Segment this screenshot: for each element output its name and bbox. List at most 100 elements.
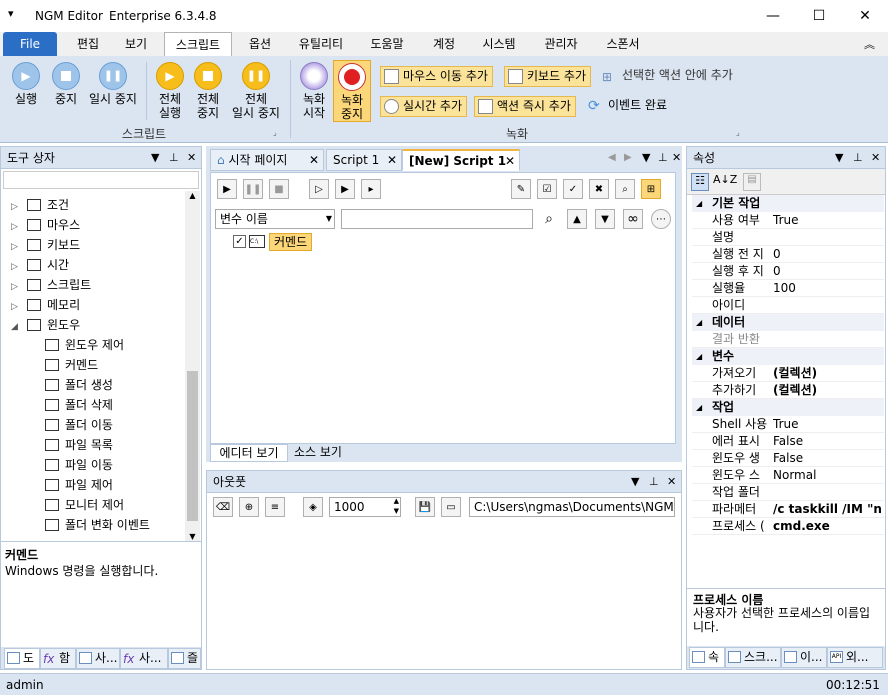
collapse-arrow-icon[interactable]: ◢	[696, 399, 702, 416]
tab-list-icon[interactable]: ▼	[642, 151, 650, 164]
menu-help[interactable]: 도움말	[362, 32, 412, 56]
list-icon[interactable]: ≡	[265, 497, 285, 517]
toolbox-item[interactable]: 파일 이동	[45, 455, 113, 475]
property-row[interactable]: 결과 반환	[692, 331, 884, 348]
tab-scroll-right-icon[interactable]: ▶	[624, 152, 632, 163]
bottom-tab-properties[interactable]: 속	[689, 647, 725, 668]
command-node[interactable]: 커멘드	[269, 233, 313, 251]
bottom-tab-favorites[interactable]: 즐	[168, 648, 201, 669]
stepper-arrows-icon[interactable]: ▲ ▼	[394, 496, 399, 516]
property-row[interactable]: 설명	[692, 229, 884, 246]
property-value[interactable]: 100	[773, 280, 796, 296]
search-icon[interactable]: ⌕	[615, 179, 635, 199]
property-row[interactable]: 에러 표시 False	[692, 433, 884, 450]
run-selected-icon[interactable]: ▸	[361, 179, 381, 199]
collapse-arrow-icon[interactable]: ◢	[696, 314, 702, 331]
run-step-icon[interactable]: ▶	[335, 179, 355, 199]
record-stop-button[interactable]: 녹화 중지	[333, 60, 371, 122]
toolbox-item[interactable]: 폴더 생성	[45, 375, 113, 395]
toolbox-item[interactable]: 폴더 변화 이벤트	[45, 515, 150, 535]
menu-edit[interactable]: 편집	[68, 32, 108, 56]
check-icon[interactable]: ✓	[563, 179, 583, 199]
property-row[interactable]: 아이디	[692, 297, 884, 314]
line-count-stepper[interactable]: 1000 ▲ ▼	[329, 497, 401, 517]
pin-icon[interactable]: ⊥	[853, 147, 863, 169]
folder-open-icon[interactable]: ▭	[441, 497, 461, 517]
menu-options[interactable]: 옵션	[240, 32, 280, 56]
property-value[interactable]: Normal	[773, 467, 816, 483]
property-value[interactable]: 0	[773, 246, 781, 262]
expand-arrow-icon[interactable]: ▷	[11, 197, 21, 217]
bottom-tab-images[interactable]: 이...	[781, 647, 827, 668]
close-icon[interactable]: ✕	[667, 471, 676, 493]
sort-alpha-icon[interactable]: A↓Z	[713, 173, 737, 186]
clean-icon[interactable]: ⌫	[213, 497, 233, 517]
toolbox-item[interactable]: ▷ 조건	[11, 195, 69, 215]
add-keyboard-button[interactable]: 키보드 추가	[504, 66, 592, 87]
stop-button[interactable]: 중지	[48, 62, 84, 106]
tab-editor-view[interactable]: 에디터 보기	[210, 444, 288, 462]
property-row[interactable]: 윈도우 스 Normal	[692, 467, 884, 484]
run-all-button[interactable]: ▶ 전체 실행	[152, 62, 188, 120]
expanded-arrow-icon[interactable]: ◢	[11, 317, 21, 337]
property-value[interactable]: False	[773, 433, 803, 449]
property-row[interactable]: 윈도우 생 False	[692, 450, 884, 467]
property-value[interactable]: /c taskkill /IM "n	[773, 501, 882, 517]
expand-arrow-icon[interactable]: ▷	[11, 217, 21, 237]
bottom-tab-functions[interactable]: fx 함	[40, 648, 76, 669]
property-category[interactable]: ◢ 기본 작업	[692, 195, 884, 212]
toolbox-search-input[interactable]	[3, 171, 199, 189]
output-path-field[interactable]: C:\Users\ngmas\Documents\NGM6\	[469, 497, 675, 517]
toolbox-item[interactable]: ▷ 스크립트	[11, 275, 91, 295]
toolbox-item[interactable]: 윈도우 제어	[45, 335, 124, 355]
bottom-tab-script-explorer[interactable]: 스크...	[725, 647, 781, 668]
property-value[interactable]: True	[773, 212, 799, 228]
property-value[interactable]: False	[773, 450, 803, 466]
toolbox-scrollbar[interactable]: ▲ ▼	[185, 191, 200, 541]
expand-arrow-icon[interactable]: ▷	[11, 277, 21, 297]
add-realtime-button[interactable]: 실시간 추가	[380, 96, 468, 117]
close-icon[interactable]: ✕	[871, 147, 880, 169]
bottom-tab-toolbox[interactable]: 도	[4, 648, 40, 669]
run-button[interactable]: ▶ 실행	[8, 62, 44, 106]
collapse-arrow-icon[interactable]: ◢	[696, 348, 702, 365]
add-action-now-button[interactable]: 액션 즉시 추가	[474, 96, 576, 117]
dialog-launcher-icon[interactable]: ⌟	[273, 128, 277, 137]
dropdown-icon[interactable]: ▼	[631, 471, 639, 493]
property-row[interactable]: 파라메터/c taskkill /IM "n	[692, 501, 884, 518]
property-row[interactable]: 가져오기 (컬렉션)	[692, 365, 884, 382]
property-value[interactable]: True	[773, 416, 799, 432]
menu-account[interactable]: 계정	[424, 32, 464, 56]
pin-icon[interactable]: ⊥	[658, 151, 668, 164]
menu-sponsor[interactable]: 스폰서	[598, 32, 648, 56]
eraser-icon[interactable]: ◈	[303, 497, 323, 517]
close-icon[interactable]: ✕	[309, 150, 319, 170]
maximize-button[interactable]: ☐	[796, 0, 842, 32]
toolbox-item[interactable]: ▷ 메모리	[11, 295, 80, 315]
variable-select[interactable]: 변수 이름 ▼	[215, 209, 335, 229]
node-checkbox[interactable]: ✓	[233, 235, 246, 248]
expand-arrow-icon[interactable]: ▷	[11, 257, 21, 277]
property-category[interactable]: ◢ 변수	[692, 348, 884, 365]
menu-script[interactable]: 스크립트	[164, 32, 232, 56]
property-row[interactable]: 프로세스 (cmd.exe	[692, 518, 884, 535]
dropdown-icon[interactable]: ▼	[151, 147, 159, 169]
edit-icon[interactable]: ✎	[511, 179, 531, 199]
toolbox-item[interactable]: ▷ 시간	[11, 255, 69, 275]
add-in-action-button[interactable]: ⊞ 선택한 액션 안에 추가	[600, 66, 733, 87]
event-done-button[interactable]: ⟳ 이벤트 완료	[586, 96, 667, 117]
close-icon[interactable]: ✕	[505, 151, 515, 171]
new-log-icon[interactable]: ⊕	[239, 497, 259, 517]
menu-file[interactable]: File	[3, 32, 57, 56]
close-icon[interactable]: ✕	[387, 150, 397, 170]
system-menu-icon[interactable]: ▾	[8, 7, 14, 20]
delete-icon[interactable]: ✖	[589, 179, 609, 199]
property-row[interactable]: 실행율 100	[692, 280, 884, 297]
toolbox-item[interactable]: 파일 목록	[45, 435, 113, 455]
menu-utility[interactable]: 유틸리티	[290, 32, 352, 56]
tab-source-view[interactable]: 소스 보기	[288, 444, 348, 462]
dialog-launcher-icon[interactable]: ⌟	[736, 128, 740, 137]
toolbox-item[interactable]: ◢ 윈도우	[11, 315, 80, 335]
stop-all-button[interactable]: 전체 중지	[190, 62, 226, 120]
save-icon[interactable]: 💾	[415, 497, 435, 517]
